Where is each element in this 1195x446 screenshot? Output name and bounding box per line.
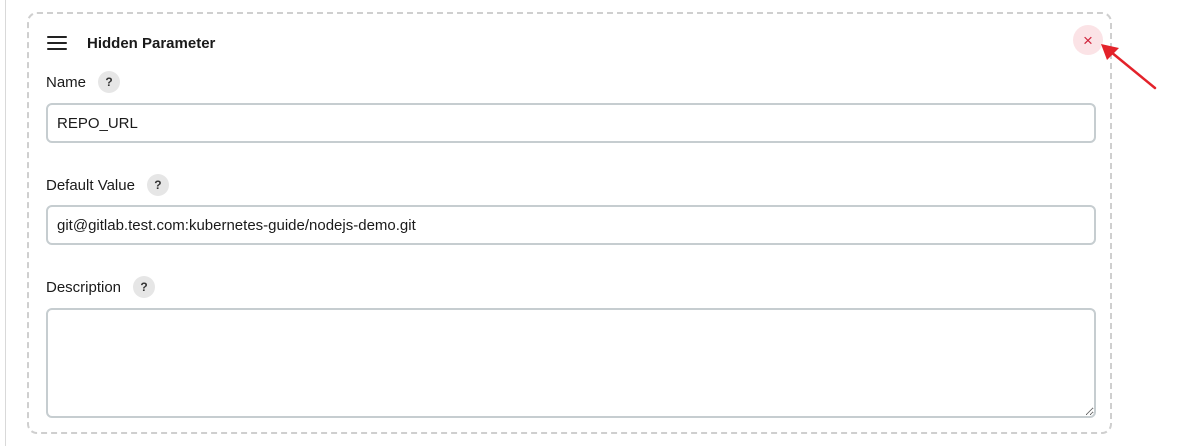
annotation-arrow-icon [1101,44,1157,90]
question-mark-icon: ? [105,75,113,89]
description-textarea[interactable] [46,308,1096,418]
left-divider [5,0,6,446]
default-value-label-row: Default Value ? [46,174,169,196]
default-value-label: Default Value [46,176,135,194]
description-label-row: Description ? [46,276,156,298]
hamburger-menu-icon[interactable] [47,36,67,50]
default-value-help-button[interactable]: ? [146,174,169,196]
name-label: Name [46,73,87,91]
question-mark-icon: ? [140,280,148,294]
card-title: Hidden Parameter [87,34,216,52]
default-value-input[interactable] [46,205,1096,245]
close-icon: × [1083,30,1093,50]
description-label: Description [46,278,122,296]
page: Hidden Parameter × Name ? Default Value … [0,0,1195,446]
name-label-row: Name ? [46,71,121,93]
description-help-button[interactable]: ? [133,276,156,298]
name-input[interactable] [46,103,1096,143]
card-header: Hidden Parameter [47,32,215,54]
name-help-button[interactable]: ? [98,71,121,93]
question-mark-icon: ? [154,178,162,192]
hidden-parameter-card: Hidden Parameter × Name ? Default Value … [27,12,1112,434]
